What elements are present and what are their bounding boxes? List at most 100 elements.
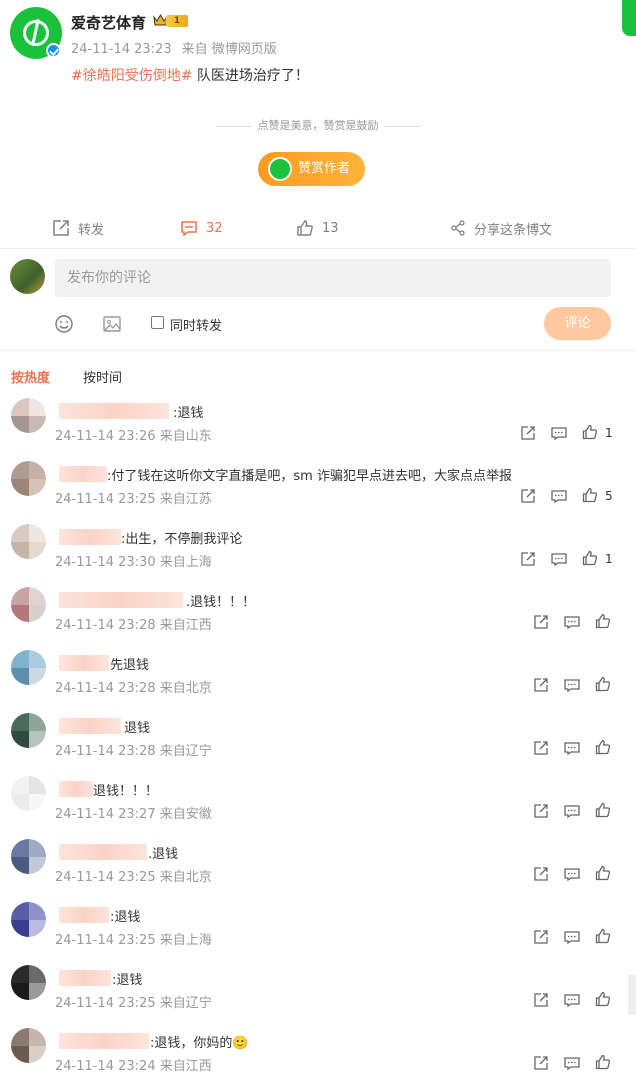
comment-share-icon[interactable]: [520, 551, 536, 567]
comment-reply-icon[interactable]: [564, 677, 580, 693]
comment-like-icon[interactable]: [595, 1054, 611, 1070]
divider: [0, 248, 636, 249]
commenter-avatar[interactable]: [11, 398, 46, 433]
commenter-name[interactable]: [59, 781, 93, 797]
comment-share-icon[interactable]: [533, 866, 549, 882]
comment-reply-icon[interactable]: [564, 803, 580, 819]
comment-like-count: 5: [605, 489, 613, 503]
share-button[interactable]: 分享这条博文: [450, 212, 552, 244]
commenter-avatar[interactable]: [11, 461, 46, 496]
submit-comment-button[interactable]: 评论: [544, 307, 611, 340]
comment-reply-icon[interactable]: [564, 614, 580, 630]
hashtag-link[interactable]: #徐皓阳受伤倒地#: [71, 68, 192, 84]
comment-share-icon[interactable]: [533, 992, 549, 1008]
commenter-avatar[interactable]: [11, 713, 46, 748]
comment-share-icon[interactable]: [533, 614, 549, 630]
comment-reply-icon[interactable]: [564, 866, 580, 882]
commenter-name[interactable]: [59, 466, 107, 482]
comment-reply-icon[interactable]: [551, 551, 567, 567]
comment-share-icon[interactable]: [520, 488, 536, 504]
comment-like-icon[interactable]: [595, 991, 611, 1007]
commenter-avatar[interactable]: [11, 524, 46, 559]
emoji-icon[interactable]: [55, 315, 73, 333]
comment-reply-icon[interactable]: [564, 1055, 580, 1071]
comment-location: 来自北京: [159, 681, 212, 696]
comment-time: 24-11-14 23:28: [55, 681, 156, 696]
comment-location: 来自上海: [159, 555, 212, 570]
reward-author-button[interactable]: 赞赏作者: [258, 152, 365, 186]
comment-text: 先退钱: [110, 658, 150, 673]
comment-share-icon[interactable]: [533, 929, 549, 945]
commenter-avatar[interactable]: [11, 776, 46, 811]
comment-like-icon[interactable]: [582, 550, 598, 566]
like-count: 13: [322, 220, 339, 236]
comment-like-icon[interactable]: [595, 802, 611, 818]
comment-time: 24-11-14 23:27: [55, 807, 156, 822]
comment-time: 24-11-14 23:25: [55, 870, 156, 885]
commenter-name[interactable]: [59, 970, 111, 986]
comment-share-icon[interactable]: [533, 803, 549, 819]
comment-like-icon[interactable]: [582, 424, 598, 440]
repost-checkbox-label[interactable]: 同时转发: [170, 315, 222, 334]
comment-location: 来自辽宁: [159, 996, 212, 1011]
comment-meta: 24-11-14 23:28 来自江西: [55, 614, 212, 633]
comment-reply-icon[interactable]: [564, 992, 580, 1008]
comment-count-button[interactable]: 32: [180, 212, 223, 244]
comment-like-count: 1: [605, 552, 613, 566]
reward-tip: 点赞是美意，赞赏是鼓励: [0, 117, 636, 133]
commenter-name[interactable]: [59, 1033, 149, 1049]
scrollbar[interactable]: [628, 975, 636, 1015]
comment-reply-icon[interactable]: [551, 488, 567, 504]
commenter-name[interactable]: [59, 529, 121, 545]
like-button[interactable]: 13: [296, 212, 339, 244]
image-icon[interactable]: [103, 315, 121, 333]
commenter-name[interactable]: [59, 403, 169, 419]
comment-count: 32: [206, 220, 223, 236]
comment-like-icon[interactable]: [595, 739, 611, 755]
commenter-avatar[interactable]: [11, 1028, 46, 1063]
sort-by-hot-tab[interactable]: 按热度: [11, 367, 50, 386]
comment-text: :退钱: [173, 406, 204, 421]
comment-reply-icon[interactable]: [551, 425, 567, 441]
comment-reply-icon[interactable]: [564, 929, 580, 945]
author-name[interactable]: 爱奇艺体育: [71, 12, 146, 33]
comment-location: 来自辽宁: [159, 744, 212, 759]
sort-by-time-tab[interactable]: 按时间: [83, 367, 122, 386]
comment-text: 退钱！！！: [93, 784, 159, 799]
commenter-avatar[interactable]: [11, 587, 46, 622]
comment-like-icon[interactable]: [595, 613, 611, 629]
commenter-name[interactable]: [59, 907, 109, 923]
commenter-name[interactable]: [59, 844, 147, 860]
repost-icon: [53, 220, 69, 236]
commenter-avatar[interactable]: [11, 650, 46, 685]
comment-text: :出生，不停删我评论: [121, 532, 243, 547]
commenter-name[interactable]: [59, 592, 183, 608]
post-timestamp[interactable]: 24-11-14 23:23: [71, 42, 172, 57]
comment-like-icon[interactable]: [582, 487, 598, 503]
comment-like-icon[interactable]: [595, 928, 611, 944]
comment-share-icon[interactable]: [533, 1055, 549, 1071]
comment-share-icon[interactable]: [533, 740, 549, 756]
comment-meta: 24-11-14 23:25 来自江苏: [55, 488, 212, 507]
commenter-avatar[interactable]: [11, 902, 46, 937]
side-panel-tab[interactable]: [622, 0, 636, 36]
comment-like-icon[interactable]: [595, 865, 611, 881]
comment-text: :退钱: [112, 973, 143, 988]
comment-location: 来自江苏: [159, 492, 212, 507]
comment-like-icon[interactable]: [595, 676, 611, 692]
comment-location: 来自江西: [159, 1059, 212, 1074]
commenter-name[interactable]: [59, 655, 109, 671]
comment-text: 退钱: [124, 721, 151, 736]
repost-checkbox[interactable]: [151, 316, 164, 329]
share-icon: [451, 220, 465, 236]
comment-share-icon[interactable]: [520, 425, 536, 441]
repost-button[interactable]: 转发: [52, 212, 104, 244]
comment-input[interactable]: [55, 259, 611, 297]
comment-time: 24-11-14 23:24: [55, 1059, 156, 1074]
commenter-avatar[interactable]: [11, 839, 46, 874]
commenter-name[interactable]: [59, 718, 121, 734]
commenter-avatar[interactable]: [11, 965, 46, 1000]
comment-time: 24-11-14 23:25: [55, 492, 156, 507]
comment-share-icon[interactable]: [533, 677, 549, 693]
comment-reply-icon[interactable]: [564, 740, 580, 756]
